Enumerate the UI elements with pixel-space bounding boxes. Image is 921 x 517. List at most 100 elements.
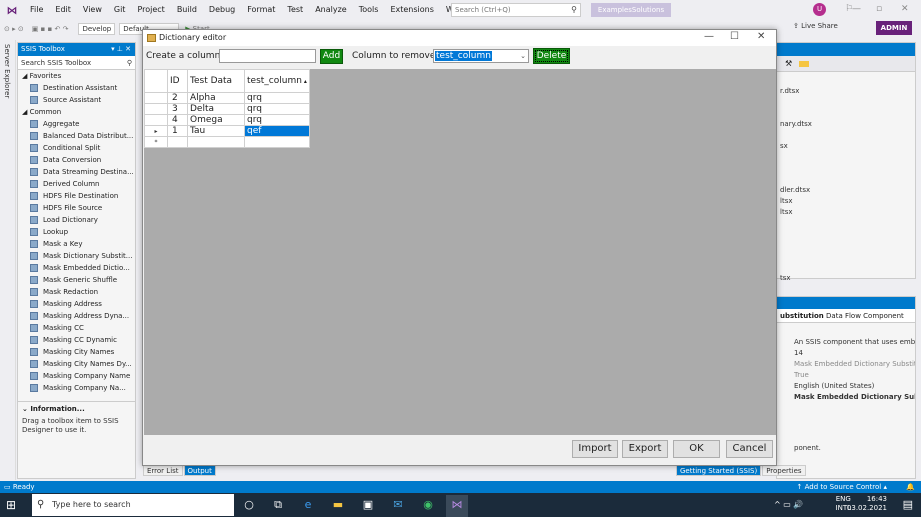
windows-start-icon[interactable]: ⊞: [6, 498, 20, 512]
cancel-button[interactable]: Cancel: [726, 440, 773, 458]
solution-file-item[interactable]: dler.dtsx: [777, 185, 915, 196]
tab-getting-started[interactable]: Getting Started (SSIS): [676, 465, 762, 476]
solution-file-item[interactable]: [777, 152, 915, 163]
property-value[interactable]: 14: [777, 348, 915, 359]
dialog-minimize-icon[interactable]: —: [704, 31, 714, 42]
property-value[interactable]: An SSIS component that uses embe: [777, 337, 915, 348]
grid-cell-test[interactable]: qef: [244, 125, 310, 137]
toolbox-item[interactable]: Masking CC: [18, 322, 135, 334]
ok-button[interactable]: OK: [673, 440, 720, 458]
new-row[interactable]: *: [144, 136, 310, 148]
wrench-icon[interactable]: ⚒: [785, 59, 792, 68]
grid-cell-id[interactable]: 3: [167, 103, 188, 115]
grid-cell-id[interactable]: 4: [167, 114, 188, 126]
toolbox-item[interactable]: Masking Address Dyna...: [18, 310, 135, 322]
grid-cell-test[interactable]: qrq: [244, 103, 310, 115]
dialog-maximize-icon[interactable]: ☐: [730, 31, 739, 42]
task-view-icon[interactable]: ⧉: [270, 497, 286, 513]
menu-debug[interactable]: Debug: [203, 0, 241, 20]
menu-format[interactable]: Format: [241, 0, 281, 20]
row-header[interactable]: [144, 103, 168, 115]
store-icon[interactable]: ▣: [360, 497, 376, 513]
column-header[interactable]: Test Data: [187, 69, 245, 93]
toolbox-item[interactable]: Derived Column: [18, 178, 135, 190]
delete-button[interactable]: Delete: [533, 48, 570, 64]
taskbar-search-input[interactable]: ⚲ Type here to search: [32, 494, 234, 516]
create-column-input[interactable]: [219, 49, 316, 63]
solution-file-item[interactable]: [777, 229, 915, 240]
solution-file-item[interactable]: [777, 251, 915, 262]
minimize-icon[interactable]: —: [852, 4, 861, 14]
property-value[interactable]: English (United States): [777, 381, 915, 392]
toolbox-item[interactable]: Conditional Split: [18, 142, 135, 154]
file-explorer-icon[interactable]: ▬: [330, 497, 346, 513]
grid-cell-data[interactable]: Alpha: [187, 92, 245, 104]
toolbox-item[interactable]: Masking Address: [18, 298, 135, 310]
toolbox-item[interactable]: Destination Assistant: [18, 82, 135, 94]
toolbox-item[interactable]: Data Conversion: [18, 154, 135, 166]
edge-icon[interactable]: e: [300, 497, 316, 513]
property-value[interactable]: Mask Embedded Dictionary Subst: [777, 392, 915, 403]
solution-file-item[interactable]: tsx: [777, 273, 915, 284]
notification-icon[interactable]: 🔔: [906, 481, 915, 493]
grid-cell-data[interactable]: Tau: [187, 125, 245, 137]
common-group[interactable]: ◢ Common: [18, 106, 135, 118]
close-icon[interactable]: ✕: [901, 4, 909, 14]
toolbox-item[interactable]: Aggregate: [18, 118, 135, 130]
grid-cell-empty[interactable]: [187, 136, 245, 148]
solution-file-item[interactable]: [777, 97, 915, 108]
live-share-button[interactable]: ⇪ Live Share: [793, 22, 838, 30]
highlight-icon[interactable]: [799, 61, 809, 67]
toolbox-item[interactable]: Load Dictionary: [18, 214, 135, 226]
grid-cell-data[interactable]: Delta: [187, 103, 245, 115]
toolbox-item[interactable]: Mask Embedded Dictio...: [18, 262, 135, 274]
solution-file-item[interactable]: [777, 108, 915, 119]
solution-file-item[interactable]: r.dtsx: [777, 86, 915, 97]
grid-cell-test[interactable]: qrq: [244, 92, 310, 104]
toolbox-item[interactable]: Mask a Key: [18, 238, 135, 250]
tab-output[interactable]: Output: [183, 465, 216, 476]
user-avatar[interactable]: U: [813, 3, 826, 16]
toolbox-item[interactable]: Masking City Names Dy...: [18, 358, 135, 370]
solution-file-item[interactable]: nary.dtsx: [777, 119, 915, 130]
menu-git[interactable]: Git: [108, 0, 132, 20]
property-value[interactable]: True: [777, 370, 915, 381]
new-project-icon[interactable]: ▣ ▪ ▪ ↶ ↷: [32, 25, 69, 33]
toolbox-item[interactable]: HDFS File Destination: [18, 190, 135, 202]
toolbox-item[interactable]: Masking City Names: [18, 346, 135, 358]
property-value[interactable]: Mask Embedded Dictionary Substitu: [777, 359, 915, 370]
tab-properties[interactable]: Properties: [762, 465, 806, 476]
menu-test[interactable]: Test: [281, 0, 309, 20]
menu-extensions[interactable]: Extensions: [384, 0, 439, 20]
table-row[interactable]: 2 Alpha qrq: [144, 92, 310, 104]
pin-icon[interactable]: ▾ ⊥ ✕: [111, 43, 131, 56]
current-row-indicator-icon[interactable]: ▸: [144, 125, 168, 137]
solution-file-item[interactable]: [777, 130, 915, 141]
toolbox-item[interactable]: Source Assistant: [18, 94, 135, 106]
toolbox-item[interactable]: HDFS File Source: [18, 202, 135, 214]
chrome-icon[interactable]: ◉: [420, 497, 436, 513]
add-to-source-control[interactable]: ↑ Add to Source Control ▴: [797, 481, 887, 493]
tray-icons[interactable]: ^ ▭ 🔊: [774, 500, 803, 509]
row-header[interactable]: [144, 114, 168, 126]
favorites-group[interactable]: ◢ Favorites: [18, 70, 135, 82]
table-row[interactable]: ▸ 1 Tau qef: [144, 125, 310, 137]
menu-file[interactable]: File: [24, 0, 49, 20]
grid-corner-cell[interactable]: [144, 69, 168, 93]
column-header[interactable]: test_column ▴: [244, 69, 310, 93]
column-header[interactable]: ID: [167, 69, 188, 93]
toolbox-item[interactable]: Mask Redaction: [18, 286, 135, 298]
grid-cell-data[interactable]: Omega: [187, 114, 245, 126]
solution-file-item[interactable]: ltsx: [777, 196, 915, 207]
vs-search-input[interactable]: Search (Ctrl+Q) ⚲: [451, 3, 581, 17]
solution-file-item[interactable]: [777, 218, 915, 229]
menu-tools[interactable]: Tools: [353, 0, 385, 20]
column-to-remove-select[interactable]: test_column ⌄: [433, 49, 529, 63]
properties-object-selector[interactable]: ubstitution Data Flow Component: [777, 309, 915, 323]
toolbox-item[interactable]: Mask Dictionary Substit...: [18, 250, 135, 262]
table-row[interactable]: 4 Omega qrq: [144, 114, 310, 126]
toolbox-item[interactable]: Balanced Data Distribut...: [18, 130, 135, 142]
toolbox-item[interactable]: Masking CC Dynamic: [18, 334, 135, 346]
export-button[interactable]: Export: [622, 440, 668, 458]
cortana-icon[interactable]: ○: [241, 497, 257, 513]
